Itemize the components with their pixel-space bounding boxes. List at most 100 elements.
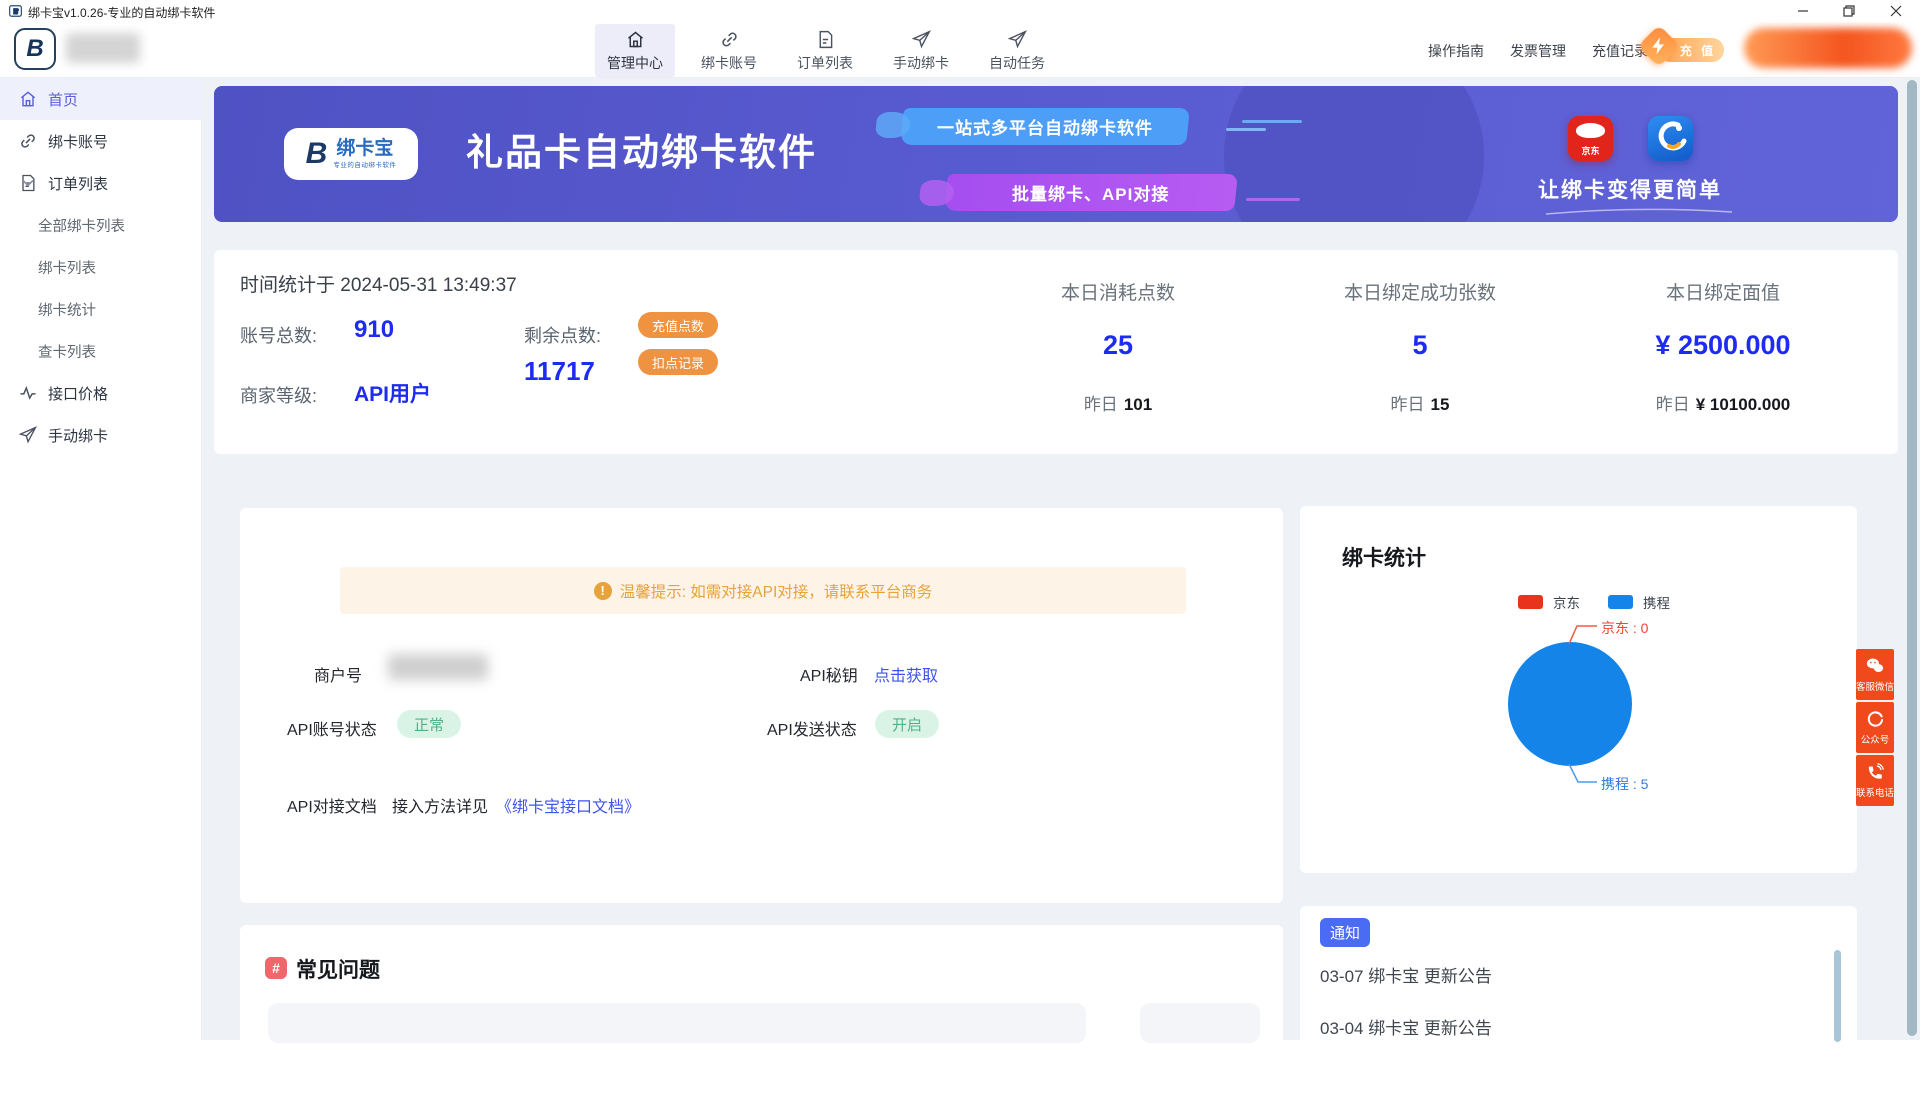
banner-slogan: 让绑卡变得更简单 [1538,174,1722,204]
banner-tag-2: 批量绑卡、API对接 [944,174,1238,211]
warning-banner: ! 温馨提示: 如需对接API对接，请联系平台商务 [340,567,1186,614]
link-icon [719,29,740,50]
api-doc-link[interactable]: 《绑卡宝接口文档》 [496,793,640,817]
sidebar-label: 绑卡列表 [38,257,96,278]
stat-col-consumed-points: 本日消耗点数 25 昨日101 [958,250,1278,454]
notice-item[interactable]: 03-07 绑卡宝 更新公告 [1320,962,1492,987]
home-icon [18,89,38,109]
pie-callout-jd: 京东 : 0 [1601,618,1648,638]
merchant-level-value: API用户 [354,378,431,408]
points-value: 11717 [524,356,595,387]
sidebar-item-manual-bind[interactable]: 手动绑卡 [0,414,202,456]
api-account-status-badge: 正常 [397,710,461,738]
send-icon [1007,29,1028,50]
user-account-button-blurred[interactable] [1744,28,1912,68]
warning-text: 温馨提示: 如需对接API对接，请联系平台商务 [620,580,933,602]
recharge-button[interactable]: 充 值 [1644,29,1728,71]
sidebar-item-all-bind-list[interactable]: 全部绑卡列表 [0,204,202,246]
api-send-status-badge: 开启 [875,710,939,738]
restore-button[interactable] [1827,0,1871,22]
nav-label: 绑卡账号 [701,53,757,73]
link-recharge-records[interactable]: 充值记录 [1592,41,1648,61]
api-account-status-label: API账号状态 [287,716,377,740]
sidebar-item-api-price[interactable]: 接口价格 [0,372,202,414]
wechat-icon [1865,656,1885,676]
get-secret-link[interactable]: 点击获取 [874,662,938,686]
notice-scrollbar[interactable] [1834,950,1841,1042]
send-icon [911,29,932,50]
link-invoice-management[interactable]: 发票管理 [1510,41,1566,61]
faq-title: 常见问题 [296,954,380,984]
close-button[interactable] [1874,0,1918,22]
minimize-button[interactable] [1781,0,1825,22]
sidebar-label: 查卡列表 [38,341,96,362]
send-icon [18,425,38,445]
sidebar: 首页 绑卡账号 订单列表 全部绑卡列表 绑卡列表 绑卡统计 查卡列表 接口价格 … [0,78,202,1040]
document-icon [815,29,836,50]
chevron-down-icon [18,173,38,193]
tab-order-list[interactable]: 订单列表 [785,24,865,77]
sidebar-item-home[interactable]: 首页 [0,78,202,120]
banner-logo-tagline: 专业的自动绑卡软件 [333,159,396,169]
tab-manual-bind[interactable]: 手动绑卡 [881,24,961,77]
float-label: 公众号 [1861,732,1890,746]
float-label: 联系电话 [1856,785,1894,799]
deduct-records-button[interactable]: 扣点记录 [638,349,718,375]
contact-phone-button[interactable]: 联系电话 [1856,755,1894,806]
sidebar-label: 订单列表 [48,173,108,194]
sidebar-label: 手动绑卡 [48,425,108,446]
sidebar-item-bind-accounts[interactable]: 绑卡账号 [0,120,202,162]
home-icon [625,29,646,50]
warning-icon: ! [594,582,612,600]
api-doc-text: 接入方法详见 [392,793,488,817]
api-secret-label: API秘钥 [800,662,858,686]
faq-item[interactable] [1140,1003,1260,1043]
stat-col-success-cards: 本日绑定成功张数 5 昨日15 [1260,250,1580,454]
sidebar-label: 全部绑卡列表 [38,215,125,236]
bind-stats-panel: 绑卡统计 京东 携程 京东 : 0 携程 : 5 [1300,506,1857,873]
tab-management-center[interactable]: 管理中心 [595,24,675,77]
faq-panel: # 常见问题 [240,925,1283,1115]
sidebar-item-check-card-list[interactable]: 查卡列表 [0,330,202,372]
hash-icon: # [265,957,287,979]
api-doc-label: API对接文档 [287,793,377,817]
banner-tag-1: 一站式多平台自动绑卡软件 [900,108,1190,145]
sidebar-label: 绑卡账号 [48,131,108,152]
sidebar-label: 首页 [48,89,78,110]
merchant-no-label: 商户号 [314,662,362,686]
brand-logo: B [14,28,56,70]
nav-label: 订单列表 [797,53,853,73]
app-icon [8,4,23,18]
banner-streak [1242,120,1302,123]
link-operation-guide[interactable]: 操作指南 [1428,41,1484,61]
api-send-status-label: API发送状态 [767,716,857,740]
account-total-value: 910 [354,316,394,344]
wechat-service-button[interactable]: 客服微信 [1856,649,1894,700]
sidebar-item-order-list[interactable]: 订单列表 [0,162,202,204]
float-label: 客服微信 [1856,679,1894,693]
banner-logo: B 绑卡宝 专业的自动绑卡软件 [284,128,418,180]
window-titlebar: 绑卡宝v1.0.26-专业的自动绑卡软件 [0,0,1920,22]
points-label: 剩余点数: [524,322,601,348]
window-scrollbar[interactable] [1907,80,1917,1036]
nav-label: 手动绑卡 [893,53,949,73]
sidebar-label: 绑卡统计 [38,299,96,320]
merchant-level-label: 商家等级: [240,382,317,408]
faq-item[interactable] [268,1003,1086,1043]
recharge-points-button[interactable]: 充值点数 [638,312,718,338]
sidebar-item-bind-stats[interactable]: 绑卡统计 [0,288,202,330]
floating-contact-menu: 客服微信 公众号 联系电话 [1856,649,1894,808]
notice-badge: 通知 [1320,918,1370,947]
tab-bind-accounts[interactable]: 绑卡账号 [689,24,769,77]
official-account-button[interactable]: 公众号 [1856,702,1894,753]
sidebar-item-bind-list[interactable]: 绑卡列表 [0,246,202,288]
tab-auto-task[interactable]: 自动任务 [977,24,1057,77]
account-total-label: 账号总数: [240,322,317,348]
nav-label: 管理中心 [607,53,663,73]
jd-icon: 京东 [1568,116,1613,161]
notice-item[interactable]: 03-04 绑卡宝 更新公告 [1320,1014,1492,1039]
official-account-icon [1865,709,1885,729]
ctrip-icon [1648,116,1693,161]
api-info-panel: ! 温馨提示: 如需对接API对接，请联系平台商务 商户号 API秘钥 点击获取… [240,508,1283,903]
link-icon [18,131,38,151]
